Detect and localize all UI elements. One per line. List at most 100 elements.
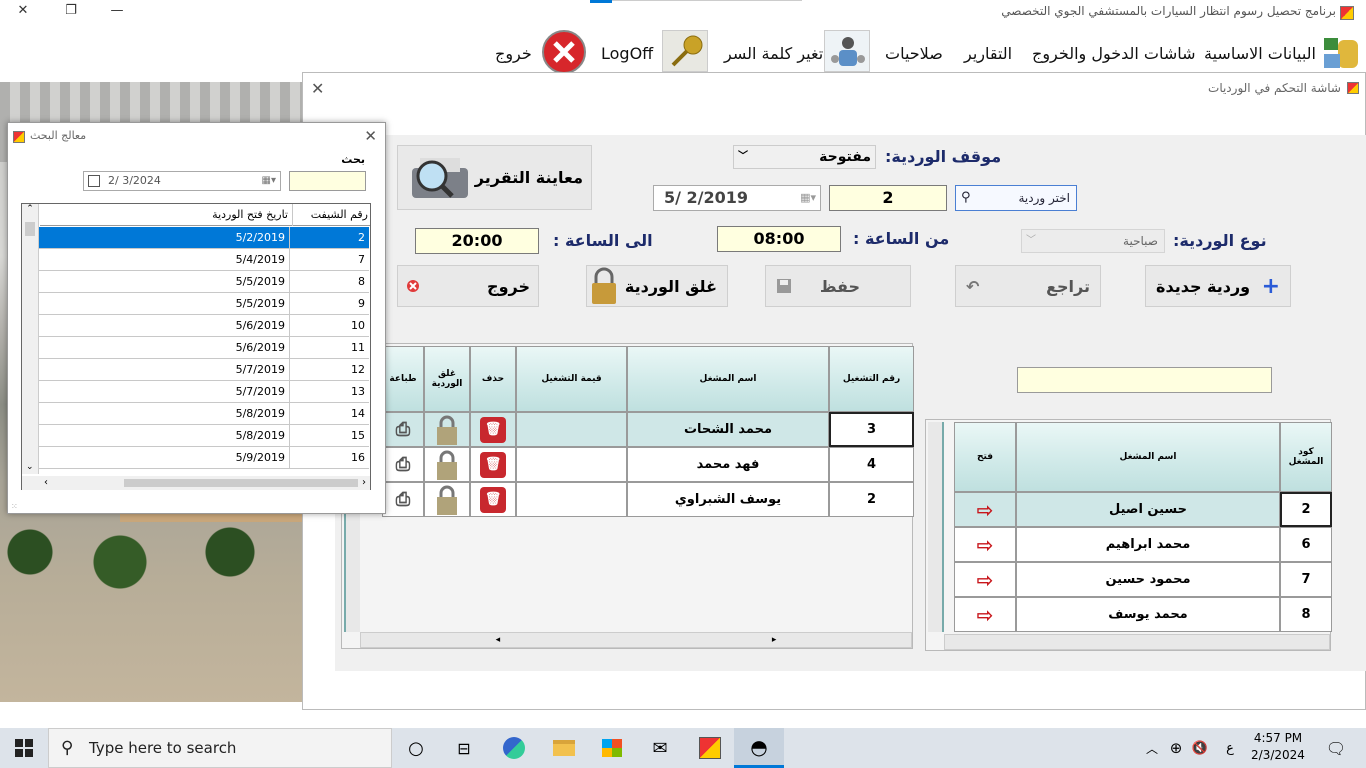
menu-logoff[interactable]: LogOff — [601, 44, 653, 63]
list-item[interactable]: 9 5/5/2019 — [39, 293, 369, 315]
search-vertical-scrollbar[interactable]: ⌃ ⌄ — [22, 204, 39, 474]
store-icon[interactable] — [588, 728, 636, 768]
minimize-icon[interactable]: — — [94, 0, 140, 24]
list-item[interactable]: 13 5/7/2019 — [39, 381, 369, 403]
resize-grip-icon[interactable]: ⁙ — [11, 502, 18, 511]
table-row-operator-name[interactable]: محمود حسين — [1016, 562, 1280, 597]
new-shift-button[interactable]: + وردية جديدة — [1145, 265, 1291, 307]
table-row-operator-name[interactable]: محمد يوسف — [1016, 597, 1280, 632]
shift-number-field[interactable]: 2 — [829, 185, 947, 211]
shift-date-picker[interactable]: 5/ 2/2019 ▦▾ — [653, 185, 821, 211]
table-row-open-cell[interactable]: ⇨ — [954, 597, 1016, 632]
table-row-open-cell[interactable]: ⇨ — [954, 527, 1016, 562]
list-item[interactable]: 8 5/5/2019 — [39, 271, 369, 293]
table-row-cell-lock[interactable] — [424, 412, 470, 447]
active-app-icon[interactable]: ◓ — [734, 728, 784, 768]
menu-permissions[interactable]: صلاحيات — [885, 44, 943, 63]
menu-basic-data[interactable]: البيانات الاساسية — [1204, 44, 1316, 63]
menu-change-password[interactable]: تغير كلمة السر — [724, 44, 823, 63]
table-row-operator-name[interactable]: فهد محمد — [627, 447, 829, 482]
list-item[interactable]: 14 5/8/2019 — [39, 403, 369, 425]
table-row-operator-code[interactable]: 6 — [1280, 527, 1332, 562]
key-icon[interactable] — [662, 30, 708, 72]
to-time-field[interactable]: 20:00 — [415, 228, 539, 254]
table-row-open-cell[interactable]: ⇨ — [954, 562, 1016, 597]
table-row-op-value[interactable] — [516, 412, 627, 447]
search-window-close-icon[interactable]: ✕ — [364, 127, 377, 145]
operations-horizontal-scrollbar[interactable]: ◂ ▸ — [360, 632, 912, 648]
table-row-op-number[interactable]: 3 — [829, 412, 914, 447]
choose-shift-button[interactable]: ⚲ اختر وردية — [955, 185, 1077, 211]
exit-icon[interactable] — [541, 29, 587, 75]
table-row-cell-lock[interactable] — [424, 447, 470, 482]
file-explorer-icon[interactable] — [540, 728, 588, 768]
operators-vertical-scrollbar[interactable] — [928, 422, 944, 632]
list-item[interactable]: 15 5/8/2019 — [39, 425, 369, 447]
exit-button[interactable]: خروج — [397, 265, 539, 307]
list-item[interactable]: 7 5/4/2019 — [39, 249, 369, 271]
undo-icon: ↶ — [966, 276, 980, 296]
cortana-icon[interactable]: ○ — [392, 728, 440, 768]
search-date-picker[interactable]: 2/ 3/2024 ▦▾ — [83, 171, 281, 191]
tray-chevron-icon[interactable]: ︿ — [1140, 728, 1164, 768]
search-icon: ⚲ — [961, 190, 971, 205]
checkbox-icon[interactable] — [88, 175, 100, 187]
table-row-cell-lock[interactable] — [424, 482, 470, 517]
taskbar-search-box[interactable]: ⚲ Type here to search — [48, 728, 392, 768]
table-row-cell-print[interactable]: ⎙ — [382, 447, 424, 482]
table-row-cell-delete[interactable]: 🗑 — [470, 447, 516, 482]
list-item[interactable]: 16 5/9/2019 — [39, 447, 369, 469]
close-shift-button[interactable]: غلق الوردية — [586, 265, 728, 307]
list-item[interactable]: 11 5/6/2019 — [39, 337, 369, 359]
table-row-op-number[interactable]: 2 — [829, 482, 914, 517]
floppy-icon — [777, 279, 791, 293]
table-row-cell-print[interactable]: ⎙ — [382, 412, 424, 447]
language-indicator[interactable]: ع — [1216, 728, 1244, 768]
clock[interactable]: 4:57 PM 2/3/2024 — [1246, 730, 1310, 766]
table-row-op-value[interactable] — [516, 447, 627, 482]
table-row-operator-code[interactable]: 8 — [1280, 597, 1332, 632]
users-icon[interactable] — [824, 30, 870, 72]
table-row-operator-code[interactable]: 2 — [1280, 492, 1332, 527]
app-taskbar-icon[interactable] — [686, 728, 734, 768]
operators-horizontal-scrollbar[interactable] — [944, 634, 1330, 650]
table-row-cell-print[interactable]: ⎙ — [382, 482, 424, 517]
list-item[interactable]: 10 5/6/2019 — [39, 315, 369, 337]
table-row-cell-delete[interactable]: 🗑 — [470, 482, 516, 517]
open-date-cell: 5/8/2019 — [235, 429, 285, 442]
table-row-operator-name[interactable]: حسين اصيل — [1016, 492, 1280, 527]
network-icon[interactable]: ⊕ — [1164, 728, 1188, 768]
table-row-cell-delete[interactable]: 🗑 — [470, 412, 516, 447]
shift-status-select[interactable]: مفتوحة ﹀ — [733, 145, 876, 169]
edge-icon[interactable] — [490, 728, 538, 768]
table-row-operator-name[interactable]: يوسف الشبراوي — [627, 482, 829, 517]
volume-icon[interactable]: 🔇 — [1188, 728, 1212, 768]
operator-search-field[interactable] — [1017, 367, 1272, 393]
shift-window-close-icon[interactable]: ✕ — [311, 79, 324, 98]
undo-button[interactable]: ↶ تراجع — [955, 265, 1101, 307]
start-button[interactable] — [0, 728, 48, 768]
list-item[interactable]: 12 5/7/2019 — [39, 359, 369, 381]
table-row-open-cell[interactable]: ⇨ — [954, 492, 1016, 527]
basic-data-icon[interactable] — [1320, 32, 1362, 72]
table-row-op-number[interactable]: 4 — [829, 447, 914, 482]
menu-entry-exit[interactable]: شاشات الدخول والخروج — [1032, 44, 1196, 63]
search-input[interactable] — [289, 171, 366, 191]
table-row-op-value[interactable] — [516, 482, 627, 517]
save-button[interactable]: حفظ — [765, 265, 911, 307]
task-view-icon[interactable]: ⊟ — [440, 728, 488, 768]
notifications-icon[interactable]: 🗨 — [1312, 728, 1360, 768]
table-row-operator-code[interactable]: 7 — [1280, 562, 1332, 597]
shift-type-select[interactable]: صباحية ﹀ — [1021, 229, 1165, 253]
menu-reports[interactable]: التقارير — [964, 44, 1012, 63]
search-horizontal-scrollbar[interactable]: ‹ › — [22, 476, 370, 490]
close-icon[interactable]: ✕ — [0, 0, 46, 24]
from-time-field[interactable]: 08:00 — [717, 226, 841, 252]
list-item[interactable]: 2 5/2/2019 — [39, 227, 369, 249]
table-row-operator-name[interactable]: محمد الشحات — [627, 412, 829, 447]
table-row-operator-name[interactable]: محمد ابراهيم — [1016, 527, 1280, 562]
preview-report-button[interactable]: معاينة التقرير — [397, 145, 592, 210]
mail-icon[interactable]: ✉ — [636, 728, 684, 768]
maximize-icon[interactable]: ❐ — [48, 0, 94, 24]
menu-exit[interactable]: خروج — [495, 44, 532, 63]
